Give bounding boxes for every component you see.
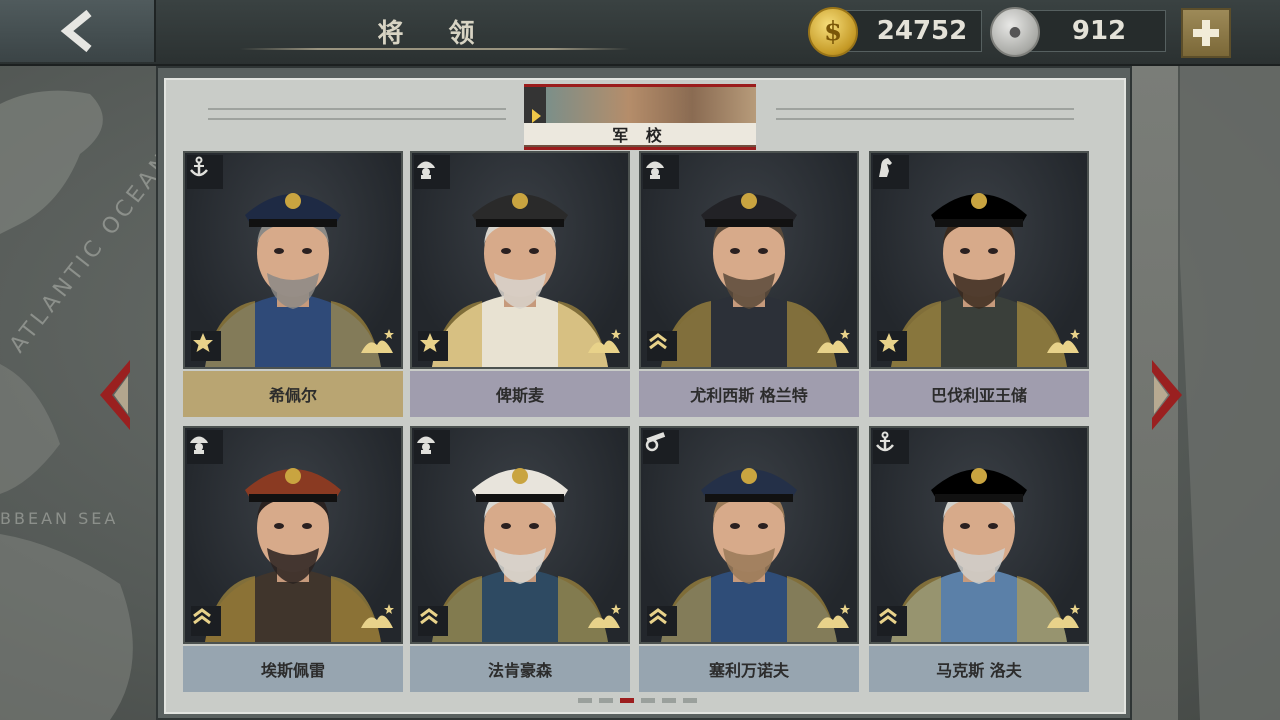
general-card[interactable]: 埃斯佩雷 bbox=[183, 426, 403, 694]
trait-icon bbox=[586, 327, 624, 361]
general-name: 埃斯佩雷 bbox=[183, 646, 403, 692]
gold-coin-symbol: $ bbox=[823, 17, 843, 47]
page-title: 将 领 bbox=[377, 18, 493, 49]
back-button[interactable] bbox=[0, 0, 156, 62]
tab-indicator-icon bbox=[532, 109, 541, 123]
general-portrait bbox=[410, 151, 630, 369]
add-currency-button[interactable] bbox=[1181, 8, 1231, 58]
infantry-helmet-icon bbox=[414, 155, 450, 189]
page-dot[interactable] bbox=[662, 698, 676, 703]
silver-medal-symbol: ● bbox=[1008, 24, 1022, 40]
rank-insignia-icon bbox=[877, 331, 907, 361]
general-card[interactable]: 尤利西斯 格兰特 bbox=[639, 151, 859, 419]
general-portrait bbox=[183, 151, 403, 369]
general-portrait bbox=[183, 426, 403, 644]
rank-insignia-icon bbox=[418, 331, 448, 361]
general-name: 法肯豪森 bbox=[410, 646, 630, 692]
chevron-left-icon bbox=[100, 360, 130, 430]
artillery-cannon-icon bbox=[643, 430, 679, 464]
general-name: 塞利万诺夫 bbox=[639, 646, 859, 692]
general-card[interactable]: 马克斯 洛夫 bbox=[869, 426, 1089, 694]
chevron-right-icon bbox=[1152, 360, 1182, 430]
general-name: 马克斯 洛夫 bbox=[869, 646, 1089, 692]
anchor-icon bbox=[187, 155, 223, 189]
general-card[interactable]: 塞利万诺夫 bbox=[639, 426, 859, 694]
trait-icon bbox=[815, 602, 853, 636]
trait-icon bbox=[1045, 327, 1083, 361]
decorative-line-right bbox=[776, 108, 1074, 120]
general-name: 俾斯麦 bbox=[410, 371, 630, 417]
general-portrait bbox=[869, 151, 1089, 369]
decorative-line-left bbox=[208, 108, 506, 120]
gold-amount: 24752 bbox=[876, 16, 968, 46]
trait-icon bbox=[359, 602, 397, 636]
rank-insignia-icon bbox=[191, 606, 221, 636]
general-portrait bbox=[410, 426, 630, 644]
general-portrait bbox=[869, 426, 1089, 644]
rank-insignia-icon bbox=[877, 606, 907, 636]
rank-insignia-icon bbox=[647, 606, 677, 636]
rank-insignia-icon bbox=[191, 331, 221, 361]
general-card[interactable]: 法肯豪森 bbox=[410, 426, 630, 694]
page-title-wrap: 将 领 bbox=[240, 10, 630, 52]
page-dot[interactable] bbox=[641, 698, 655, 703]
anchor-icon bbox=[873, 430, 909, 464]
page-dot[interactable] bbox=[683, 698, 697, 703]
trait-icon bbox=[359, 327, 397, 361]
cavalry-horse-icon bbox=[873, 155, 909, 189]
next-page-arrow[interactable] bbox=[1148, 358, 1184, 432]
tab-banner-image bbox=[544, 87, 756, 125]
general-portrait bbox=[639, 426, 859, 644]
page-dot-active[interactable] bbox=[620, 698, 634, 703]
back-arrow-icon bbox=[60, 9, 92, 53]
title-underline bbox=[240, 48, 630, 50]
page-dot[interactable] bbox=[599, 698, 613, 703]
top-bar: 将 领 24752 $ 912 ● bbox=[0, 0, 1280, 66]
general-card[interactable]: 巴伐利亚王储 bbox=[869, 151, 1089, 419]
general-card[interactable]: 俾斯麦 bbox=[410, 151, 630, 419]
trait-icon bbox=[815, 327, 853, 361]
infantry-helmet-icon bbox=[187, 430, 223, 464]
silver-medal-icon: ● bbox=[990, 7, 1040, 57]
general-portrait bbox=[639, 151, 859, 369]
rank-insignia-icon bbox=[647, 331, 677, 361]
trait-icon bbox=[1045, 602, 1083, 636]
general-card[interactable]: 希佩尔 bbox=[183, 151, 403, 419]
rank-insignia-icon bbox=[418, 606, 448, 636]
gold-coin-icon: $ bbox=[808, 7, 858, 57]
trait-icon bbox=[586, 602, 624, 636]
general-name: 希佩尔 bbox=[183, 371, 403, 417]
infantry-helmet-icon bbox=[414, 430, 450, 464]
pagination-dots bbox=[578, 698, 697, 704]
page-dot[interactable] bbox=[578, 698, 592, 703]
infantry-helmet-icon bbox=[643, 155, 679, 189]
svg-text:BBEAN SEA: BBEAN SEA bbox=[0, 509, 118, 528]
military-academy-tab[interactable]: 军 校 bbox=[524, 84, 756, 150]
general-name: 尤利西斯 格兰特 bbox=[639, 371, 859, 417]
general-name: 巴伐利亚王储 bbox=[869, 371, 1089, 417]
previous-page-arrow[interactable] bbox=[98, 358, 134, 432]
silver-amount: 912 bbox=[1071, 16, 1127, 46]
tab-label: 军 校 bbox=[524, 123, 756, 145]
plus-icon bbox=[1193, 20, 1219, 46]
